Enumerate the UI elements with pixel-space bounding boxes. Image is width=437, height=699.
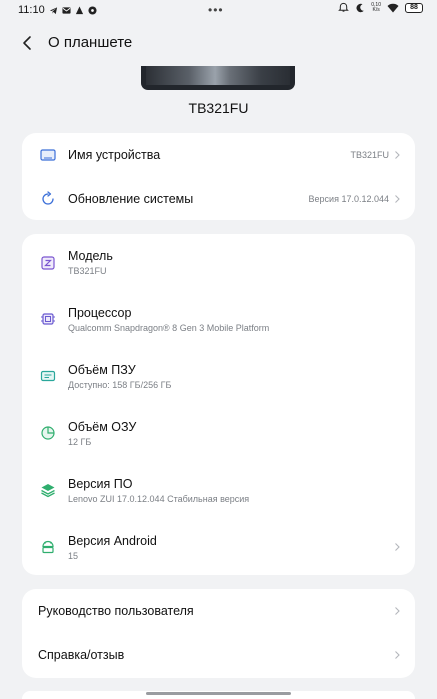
rom-label: Объём ПЗУ [68,363,136,377]
device-name-title: TB321FU [188,100,249,116]
network-speed-unit: K/s [372,6,380,13]
device-name-value: TB321FU [350,150,389,160]
tablet-icon [40,149,56,161]
status-bar: 11:10 ••• 0,10 K/s 88 [0,0,437,20]
do-not-disturb-moon-icon [356,3,365,12]
storage-icon [40,370,56,382]
chevron-right-icon [395,151,400,159]
rom-value: Доступно: 158 ГБ/256 ГБ [68,380,172,390]
software-layers-icon [41,484,55,498]
ram-value: 12 ГБ [68,437,92,447]
alarm-icon [338,2,350,12]
android-version-row[interactable]: Версия Android 15 [22,519,415,575]
software-version-row: Версия ПО Lenovo ZUI 17.0.12.044 Стабиль… [22,462,415,519]
rom-row: Объём ПЗУ Доступно: 158 ГБ/256 ГБ [22,348,415,405]
system-update-version: Версия 17.0.12.044 [308,194,389,204]
header: О планшете [0,28,437,58]
system-update-label: Обновление системы [68,192,194,206]
ram-row: Объём ОЗУ 12 ГБ [22,405,415,462]
android-icon [42,540,54,554]
ram-icon [41,426,55,440]
software-version-label: Версия ПО [68,477,133,491]
model-value: TB321FU [68,266,107,276]
home-indicator[interactable] [146,692,291,695]
user-manual-label: Руководство пользователя [38,604,194,618]
ram-label: Объём ОЗУ [68,420,137,434]
back-button[interactable] [16,32,38,54]
support-card: Руководство пользователя Справка/отзыв [22,589,415,678]
device-name-row[interactable]: Имя устройства TB321FU [22,133,415,177]
chevron-right-icon [395,607,400,615]
gmail-icon [62,6,71,14]
chevron-right-icon [395,651,400,659]
android-version-value: 15 [68,551,79,561]
device-name-label: Имя устройства [68,148,161,162]
page-title: О планшете [48,34,133,51]
status-time: 11:10 [18,4,45,16]
status-right: 0,10 K/s 88 [338,2,423,13]
help-feedback-label: Справка/отзыв [38,648,125,662]
chevron-right-icon [395,195,400,203]
device-screen [146,66,290,85]
processor-value: Qualcomm Snapdragon® 8 Gen 3 Mobile Plat… [68,323,270,333]
system-update-icon [42,191,54,205]
status-dots: ••• [208,3,224,17]
device-settings-card: Имя устройства TB321FU Обновление систем… [22,133,415,220]
telegram-icon [49,6,57,14]
software-version-value: Lenovo ZUI 17.0.12.044 Стабильная версия [68,494,250,504]
processor-label: Процессор [68,306,132,320]
model-row: Модель TB321FU [22,234,415,291]
game-notification-icon [88,5,97,15]
app-notification-icon [75,5,83,14]
battery-indicator: 88 [405,2,423,13]
back-arrow-icon [23,36,31,50]
processor-icon [41,313,55,325]
processor-row: Процессор Qualcomm Snapdragon® 8 Gen 3 M… [22,291,415,348]
user-manual-row[interactable]: Руководство пользователя [22,589,415,633]
system-update-row[interactable]: Обновление системы Версия 17.0.12.044 [22,177,415,220]
help-feedback-row[interactable]: Справка/отзыв [22,633,415,678]
model-icon [41,256,55,270]
wifi-icon [387,3,399,12]
device-image [141,66,295,90]
device-info-card: Модель TB321FU Процессор Qualcomm Snapdr… [22,234,415,575]
model-label: Модель [68,249,113,263]
status-left: 11:10 [18,4,97,16]
android-version-label: Версия Android [68,534,157,548]
chevron-right-icon [395,543,400,551]
network-speed: 0,10 K/s [371,2,381,13]
